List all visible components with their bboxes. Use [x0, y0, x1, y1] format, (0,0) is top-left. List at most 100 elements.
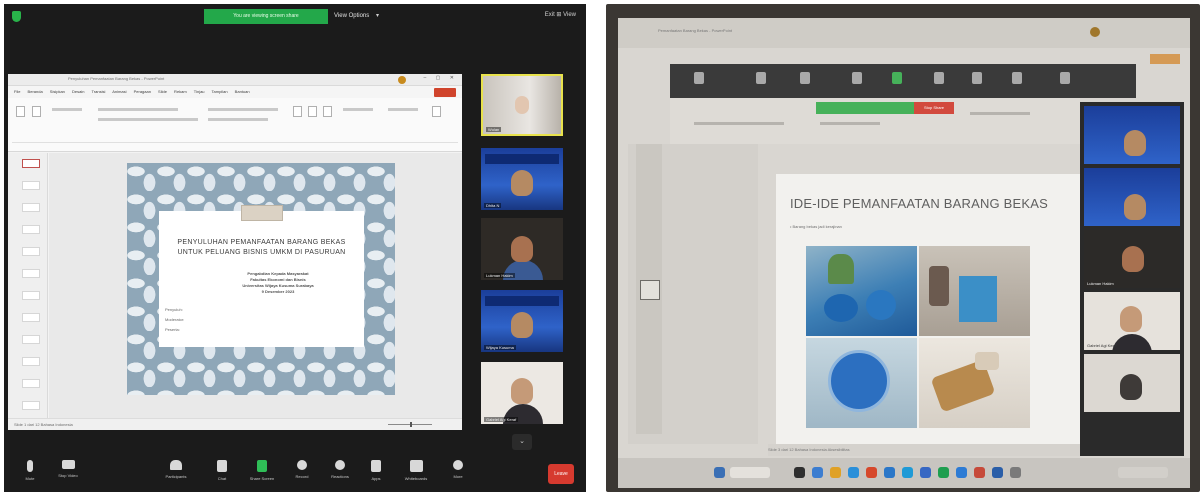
participant-tile[interactable]: Gabriel Agi Keraf [481, 362, 563, 424]
slide-thumbnail[interactable] [22, 291, 40, 300]
shape-format-controls[interactable] [343, 108, 373, 111]
ppt-share-button[interactable] [434, 88, 456, 97]
reactions-button[interactable]: Reactions [320, 460, 360, 479]
apps-button[interactable]: Apps [356, 460, 396, 481]
taskbar-app-icon[interactable] [920, 467, 931, 478]
slide-thumbnail[interactable] [22, 401, 40, 410]
record-button[interactable]: Record [282, 460, 322, 479]
taskbar-app-icon[interactable] [992, 467, 1003, 478]
taskbar-app-icon[interactable] [830, 467, 841, 478]
paragraph-controls[interactable] [208, 108, 278, 111]
video-camera-icon[interactable] [756, 72, 766, 84]
participant-tile[interactable]: Gabriel Agi Keraf [1084, 292, 1180, 350]
slide-title: IDE-IDE PEMANFAATAN BARANG BEKAS [790, 196, 1049, 211]
chat-bubble-icon[interactable] [852, 72, 862, 84]
participant-tile[interactable] [1084, 168, 1180, 226]
chat-button[interactable]: Chat [202, 460, 242, 481]
taskbar-app-icon[interactable] [956, 467, 967, 478]
participants-icon[interactable] [800, 72, 810, 84]
slide-thumbnail[interactable] [22, 269, 40, 278]
slide-editing-canvas[interactable]: PENYULUHAN PEMANFAATAN BARANG BEKAS UNTU… [49, 153, 462, 418]
slide-thumbnail[interactable] [22, 357, 40, 366]
taskbar-app-icon[interactable] [812, 467, 823, 478]
account-avatar[interactable] [1090, 27, 1100, 37]
taskbar-app-icon[interactable] [974, 467, 985, 478]
browser-tab-title[interactable]: Pemanfaatan Barang Bekas - PowerPoint [658, 28, 732, 33]
remote-control-icon[interactable] [1012, 72, 1022, 84]
paragraph-align-controls[interactable] [208, 118, 268, 121]
slide-title-line-2: UNTUK PELUANG BISNIS UMKM DI PASURUAN [177, 249, 346, 256]
more-icon[interactable] [1060, 72, 1070, 84]
current-slide[interactable]: IDE-IDE PEMANFAATAN BARANG BEKAS • Baran… [776, 174, 1082, 456]
participant-tile[interactable] [1084, 106, 1180, 164]
start-icon[interactable] [714, 467, 725, 478]
participant-tile[interactable] [1084, 354, 1180, 412]
slide-thumbnail[interactable] [22, 181, 40, 190]
chevron-down-icon[interactable]: ⌄ [512, 434, 532, 450]
slide-thumbnail[interactable] [22, 247, 40, 256]
more-button[interactable]: More [438, 460, 478, 479]
taskbar-app-icon[interactable] [1010, 467, 1021, 478]
taskbar-app-icon[interactable] [848, 467, 859, 478]
taskbar-app-icon[interactable] [884, 467, 895, 478]
quick-styles-icon[interactable] [323, 106, 332, 117]
ribbon-controls[interactable] [970, 112, 1030, 115]
font-format-controls[interactable] [98, 118, 198, 121]
taskbar-app-icon[interactable] [794, 467, 805, 478]
share-screen-button[interactable]: Share Screen [242, 460, 282, 481]
security-shield-icon[interactable] [12, 11, 21, 22]
slide-photo-grid [806, 246, 1030, 428]
selected-slide-thumbnail[interactable] [640, 280, 660, 300]
title-slide[interactable]: PENYULUHAN PEMANFAATAN BARANG BEKAS UNTU… [127, 163, 395, 395]
paste-icon[interactable] [16, 106, 25, 117]
participants-button[interactable]: Participants [156, 460, 196, 479]
slide-thumbnail[interactable] [22, 225, 40, 234]
stop-video-button[interactable]: Stop Video [48, 460, 88, 478]
ribbon-controls[interactable] [694, 122, 784, 125]
participant-face [1122, 246, 1144, 272]
search-input[interactable] [730, 467, 770, 478]
participant-face [1120, 374, 1142, 400]
composite-image: You are viewing screen share View Option… [0, 0, 1203, 495]
slide-thumbnail[interactable] [22, 335, 40, 344]
editing-controls[interactable] [388, 108, 418, 111]
taskbar-app-icon[interactable] [938, 467, 949, 478]
taskbar-app-icon[interactable] [902, 467, 913, 478]
font-controls[interactable] [98, 108, 178, 111]
ppt-menu-items[interactable]: File Beranda Sisipkan Desain Transisi An… [14, 89, 250, 94]
taskbar-app-icon[interactable] [866, 467, 877, 478]
mute-button[interactable]: Mute [10, 460, 50, 481]
participant-tile[interactable]: Wijaya Kusuma [481, 290, 563, 352]
shapes-icon[interactable] [293, 106, 302, 117]
slide-thumbnail[interactable] [22, 313, 40, 322]
zoom-slider-handle[interactable] [410, 422, 412, 427]
slide-thumbnail[interactable] [22, 159, 40, 168]
ribbon-controls[interactable] [820, 122, 880, 125]
participant-tile[interactable]: Lukman Hakim [1084, 230, 1180, 288]
whiteboards-button[interactable]: Whiteboards [396, 460, 436, 481]
new-slide-icon[interactable] [32, 106, 41, 117]
designer-icon[interactable] [432, 106, 441, 117]
microphone-icon[interactable] [694, 72, 704, 84]
participant-tile[interactable]: Dhita N [481, 148, 563, 210]
participant-tile[interactable]: Lukman Hakim [481, 218, 563, 280]
share-button[interactable] [1150, 54, 1180, 64]
toolbar-label: More [453, 474, 463, 479]
slide-thumbnail[interactable] [22, 203, 40, 212]
view-options-button[interactable]: View Options [334, 9, 369, 24]
chevron-down-icon[interactable]: ▾ [376, 9, 379, 24]
participant-face [1120, 306, 1142, 332]
leave-button[interactable]: Leave [548, 464, 574, 484]
share-screen-icon[interactable] [892, 72, 902, 84]
slide-thumbnail[interactable] [22, 379, 40, 388]
ribbon-group-labels [12, 142, 458, 143]
stop-share-button[interactable]: Stop Share [914, 102, 954, 114]
account-avatar[interactable] [398, 76, 406, 84]
participant-tile[interactable]: Wulan [481, 74, 563, 136]
pause-icon[interactable] [934, 72, 944, 84]
system-tray[interactable] [1118, 467, 1168, 478]
top-right-controls[interactable]: Exit ⊞ View [545, 11, 576, 18]
window-controls[interactable]: – ▢ ✕ [424, 75, 458, 81]
annotate-icon[interactable] [972, 72, 982, 84]
arrange-icon[interactable] [308, 106, 317, 117]
